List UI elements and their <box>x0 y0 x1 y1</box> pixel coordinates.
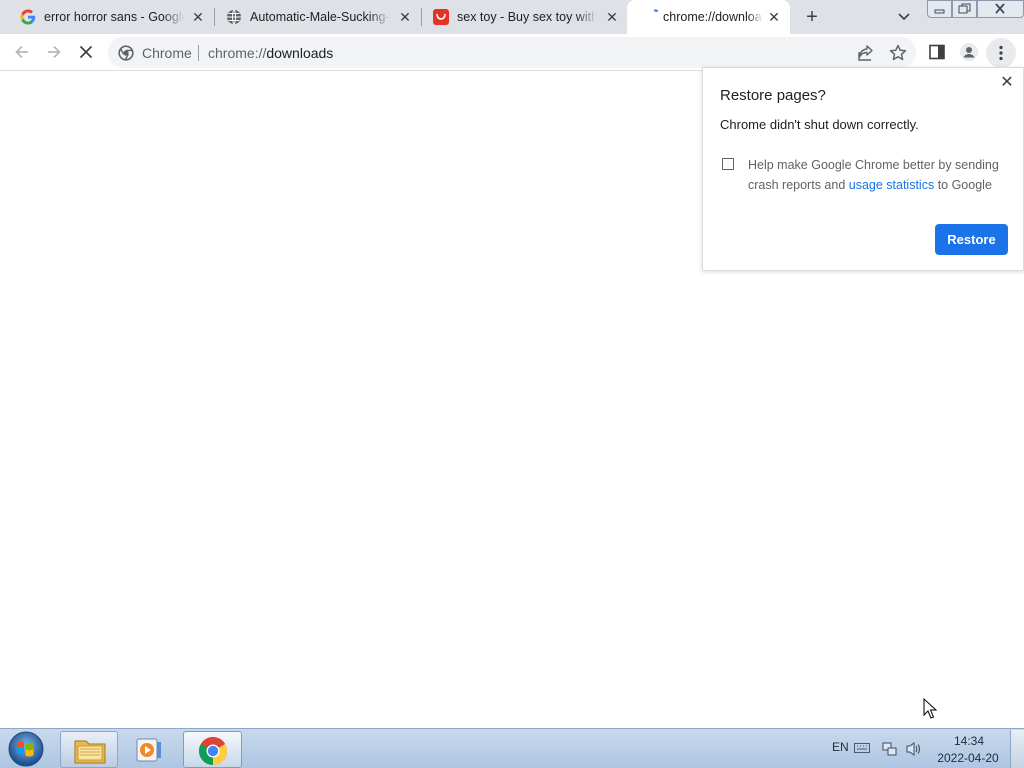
folder-icon <box>74 740 106 764</box>
tab-title: error horror sans - Google <box>44 10 184 24</box>
omnibox-divider <box>198 45 199 61</box>
taskbar-explorer-button[interactable] <box>60 731 118 768</box>
tab-close-icon[interactable]: ✕ <box>397 9 413 25</box>
aliexpress-icon <box>433 9 449 25</box>
forward-arrow-icon[interactable] <box>44 42 64 62</box>
chrome-menu-button[interactable] <box>986 38 1016 68</box>
chrome-logo-icon[interactable] <box>118 45 134 61</box>
chrome-app-icon <box>199 737 227 765</box>
profile-avatar-icon[interactable] <box>959 42 979 62</box>
toolbar: Chrome chrome://downloads <box>0 34 1024 71</box>
url-path: downloads <box>266 45 334 61</box>
window-controls <box>927 0 1024 18</box>
restore-window-button[interactable] <box>952 0 977 18</box>
usage-statistics-link[interactable]: usage statistics <box>849 178 934 192</box>
taskbar-media-player-button[interactable] <box>120 731 178 768</box>
loading-icon <box>654 9 658 12</box>
bookmark-star-icon[interactable] <box>888 43 908 63</box>
volume-icon[interactable] <box>905 741 923 757</box>
omnibox-site-label: Chrome <box>142 45 192 61</box>
side-panel-icon[interactable] <box>927 42 947 62</box>
google-g-icon <box>20 9 36 25</box>
taskbar-chrome-button[interactable] <box>183 731 242 768</box>
tab-title: Automatic-Male-Sucking-Ma <box>250 10 390 24</box>
windows-start-icon[interactable] <box>6 730 46 768</box>
omnibox-url[interactable]: chrome://downloads <box>208 45 333 61</box>
tab-downloads[interactable]: chrome://downloads ✕ <box>627 0 790 34</box>
tab-google-search[interactable]: error horror sans - Google ✕ <box>0 0 213 34</box>
show-desktop-button[interactable] <box>1010 730 1024 768</box>
language-indicator[interactable]: EN <box>832 740 849 754</box>
media-player-icon <box>136 738 161 762</box>
clock-date[interactable]: 2022-04-20 <box>932 751 1004 765</box>
minimize-button[interactable] <box>927 0 952 18</box>
tab-close-icon[interactable]: ✕ <box>766 9 782 25</box>
tab-search-icon[interactable] <box>893 8 915 26</box>
restore-pages-bubble: Restore pages? ✕ Chrome didn't shut down… <box>702 67 1024 271</box>
omnibox[interactable]: Chrome chrome://downloads <box>108 37 916 68</box>
keyboard-icon[interactable] <box>854 742 870 754</box>
close-window-button[interactable] <box>977 0 1024 18</box>
tab-product-page[interactable]: Automatic-Male-Sucking-Ma ✕ <box>206 0 419 34</box>
minimize-icon <box>934 9 945 14</box>
restore-down-icon <box>958 3 971 14</box>
new-tab-button[interactable]: + <box>800 6 824 28</box>
bubble-title: Restore pages? <box>720 87 826 104</box>
tab-shopping[interactable]: sex toy - Buy sex toy with f ✕ <box>413 0 626 34</box>
clock-time[interactable]: 14:34 <box>940 734 998 748</box>
globe-icon <box>227 9 241 25</box>
close-icon <box>995 3 1005 14</box>
crash-report-consent-text: Help make Google Chrome better by sendin… <box>748 155 1010 195</box>
consent-text-end: to Google <box>934 178 992 192</box>
tab-strip: error horror sans - Google ✕ Automatic-M… <box>0 0 1024 34</box>
restore-button[interactable]: Restore <box>935 224 1008 255</box>
taskbar: EN 14:34 2022-04-20 <box>0 728 1024 768</box>
crash-report-checkbox[interactable] <box>722 158 734 170</box>
stop-loading-icon[interactable] <box>76 42 96 62</box>
tab-title: chrome://downloads <box>663 10 763 24</box>
bubble-close-icon[interactable]: ✕ <box>999 75 1015 91</box>
network-icon[interactable] <box>882 741 898 757</box>
bubble-message: Chrome didn't shut down correctly. <box>720 117 919 132</box>
back-arrow-icon[interactable] <box>12 42 32 62</box>
tab-title: sex toy - Buy sex toy with f <box>457 10 597 24</box>
tab-close-icon[interactable]: ✕ <box>604 9 620 25</box>
tab-close-icon[interactable]: ✕ <box>190 9 206 25</box>
share-icon[interactable] <box>856 43 876 63</box>
mouse-cursor-icon <box>923 698 937 719</box>
url-scheme: chrome:// <box>208 45 267 61</box>
more-vert-icon <box>999 45 1003 61</box>
